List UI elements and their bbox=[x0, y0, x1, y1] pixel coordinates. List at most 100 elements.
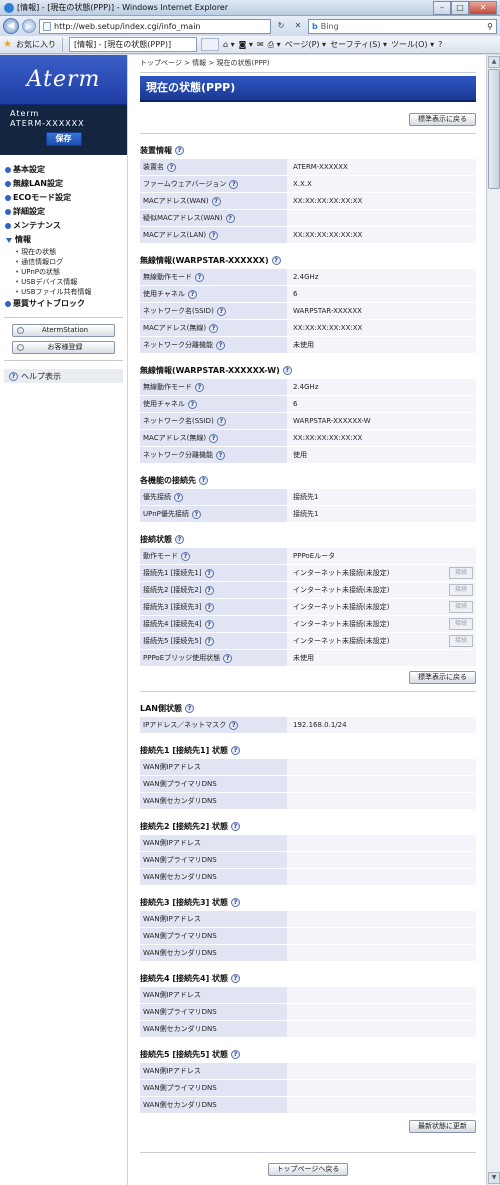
sidebar-item-maintenance[interactable]: メンテナンス bbox=[5, 219, 123, 233]
vertical-scrollbar[interactable]: ▲ ▼ bbox=[486, 55, 500, 1185]
page-menu[interactable]: ページ(P) ▾ bbox=[285, 39, 326, 50]
refresh-status-button[interactable]: 最新状態に更新 bbox=[409, 1120, 476, 1133]
feeds-icon[interactable]: ◙ ▾ bbox=[239, 40, 253, 49]
help-icon[interactable]: ? bbox=[216, 450, 225, 460]
help-icon[interactable]: ? bbox=[209, 323, 219, 333]
help-icon[interactable]: ? bbox=[195, 382, 204, 392]
sidebar-item-basic[interactable]: 基本設定 bbox=[5, 163, 123, 177]
print-icon[interactable]: ⎙ ▾ bbox=[268, 40, 281, 50]
help-icon[interactable]: ? bbox=[209, 433, 219, 443]
customer-registration-button[interactable]: お客様登録 bbox=[12, 341, 115, 354]
standard-view-button[interactable]: 標準表示に戻る bbox=[409, 113, 476, 126]
help-menu[interactable]: ? bbox=[438, 40, 442, 49]
connect-button[interactable]: 接続 bbox=[449, 635, 473, 647]
sidebar-item-info[interactable]: 情報 bbox=[5, 233, 123, 247]
scroll-down-icon[interactable]: ▼ bbox=[488, 1172, 500, 1184]
help-icon[interactable]: ? bbox=[229, 720, 239, 730]
help-icon[interactable]: ? bbox=[191, 509, 201, 519]
scroll-up-icon[interactable]: ▲ bbox=[488, 56, 500, 68]
sidebar-item-advanced[interactable]: 詳細設定 bbox=[5, 205, 123, 219]
row-key: WAN側IPアドレス bbox=[140, 759, 287, 775]
back-button[interactable]: ◀ bbox=[3, 18, 19, 34]
help-icon[interactable]: ? bbox=[216, 306, 226, 316]
help-icon[interactable]: ? bbox=[204, 568, 214, 578]
help-icon[interactable]: ? bbox=[231, 898, 241, 907]
table-row: ネットワーク名(SSID)? WARPSTAR-XXXXXX bbox=[140, 303, 476, 319]
home-icon[interactable]: ⌂ ▾ bbox=[223, 40, 235, 49]
row-value bbox=[287, 911, 476, 927]
help-icon[interactable]: ? bbox=[231, 822, 241, 831]
favorites-star-icon[interactable]: ★ bbox=[3, 39, 12, 50]
close-button[interactable]: ✕ bbox=[469, 0, 497, 15]
help-icon[interactable]: ? bbox=[204, 636, 214, 646]
help-icon[interactable]: ? bbox=[216, 416, 226, 426]
sidebar-divider bbox=[4, 360, 123, 361]
connect-button[interactable]: 接続 bbox=[449, 601, 473, 613]
sidebar-item-eco[interactable]: ECOモード設定 bbox=[5, 191, 123, 205]
help-icon[interactable]: ? bbox=[199, 476, 208, 485]
help-icon[interactable]: ? bbox=[209, 230, 219, 240]
help-icon[interactable]: ? bbox=[231, 1050, 241, 1059]
device-info-section: 装置情報? 装置名? ATERM-XXXXXX ファームウェアバージョン? X.X.… bbox=[140, 144, 476, 244]
save-button[interactable]: 保存 bbox=[45, 132, 82, 146]
help-toggle[interactable]: ? ヘルプ表示 bbox=[4, 369, 123, 383]
sidebar-item-comm-log[interactable]: 通信情報ログ bbox=[15, 257, 123, 267]
maximize-button[interactable]: □ bbox=[451, 0, 469, 15]
browser-tab[interactable]: [情報] - [現在の状態(PPP)] bbox=[68, 37, 197, 52]
help-icon[interactable]: ? bbox=[174, 492, 183, 502]
help-icon[interactable]: ? bbox=[195, 272, 204, 282]
sidebar-item-upnp[interactable]: UPnPの状態 bbox=[15, 267, 123, 277]
help-icon[interactable]: ? bbox=[229, 179, 239, 189]
help-icon[interactable]: ? bbox=[175, 146, 184, 155]
help-icon[interactable]: ? bbox=[231, 746, 241, 755]
connect-button[interactable]: 接続 bbox=[449, 618, 473, 630]
aterm-station-button[interactable]: AtermStation bbox=[12, 324, 115, 337]
help-icon[interactable]: ? bbox=[282, 366, 292, 375]
sidebar-item-current-status[interactable]: 現在の状態 bbox=[15, 247, 123, 257]
section-title: 接続先5 [接続先5] 状態 bbox=[140, 1050, 229, 1059]
help-icon[interactable]: ? bbox=[204, 585, 214, 595]
standard-view-button[interactable]: 標準表示に戻る bbox=[409, 671, 476, 684]
scroll-thumb[interactable] bbox=[488, 69, 500, 189]
connect-button[interactable]: 接続 bbox=[449, 567, 473, 579]
help-icon[interactable]: ? bbox=[175, 535, 184, 544]
section-title: 無線情報(WARPSTAR-XXXXXX) bbox=[140, 256, 269, 265]
connect-button[interactable]: 接続 bbox=[449, 584, 473, 596]
help-icon[interactable]: ? bbox=[204, 619, 214, 629]
page-icon bbox=[43, 21, 51, 31]
safety-menu[interactable]: セーフティ(S) ▾ bbox=[330, 39, 387, 50]
stop-button[interactable]: ✕ bbox=[291, 19, 305, 33]
sidebar-item-wlan[interactable]: 無線LAN設定 bbox=[5, 177, 123, 191]
forward-button[interactable]: ▶ bbox=[22, 19, 36, 33]
search-icon[interactable]: ⚲ bbox=[487, 22, 493, 31]
help-icon[interactable]: ? bbox=[181, 551, 190, 561]
help-icon[interactable]: ? bbox=[223, 653, 233, 663]
row-key: WAN側IPアドレス bbox=[140, 835, 287, 851]
help-icon[interactable]: ? bbox=[211, 196, 221, 206]
key-label: 接続先1 [接続先1] bbox=[143, 569, 202, 577]
top-page-button[interactable]: トップページへ戻る bbox=[267, 1163, 349, 1176]
sidebar-item-usb-share[interactable]: USBファイル共有情報 bbox=[15, 287, 123, 297]
help-icon[interactable]: ? bbox=[204, 602, 214, 612]
refresh-button[interactable]: ↻ bbox=[274, 19, 288, 33]
table-row: 使用チャネル? 6 bbox=[140, 396, 476, 412]
favorites-label[interactable]: お気に入り bbox=[16, 39, 56, 50]
help-icon[interactable]: ? bbox=[271, 256, 281, 265]
mail-icon[interactable]: ✉ bbox=[257, 40, 264, 49]
help-icon[interactable]: ? bbox=[225, 213, 235, 223]
help-icon[interactable]: ? bbox=[187, 289, 197, 299]
url-field[interactable]: http://web.setup/index.cgi/info_main bbox=[39, 18, 271, 34]
help-icon[interactable]: ? bbox=[184, 704, 194, 713]
help-icon[interactable]: ? bbox=[167, 162, 176, 172]
help-icon[interactable]: ? bbox=[216, 340, 225, 350]
url-text[interactable]: http://web.setup/index.cgi/info_main bbox=[54, 22, 267, 31]
minimize-button[interactable]: – bbox=[433, 0, 451, 15]
search-input[interactable]: b Bing ⚲ bbox=[308, 18, 497, 34]
help-icon[interactable]: ? bbox=[187, 399, 197, 409]
sidebar-item-usb-device[interactable]: USBデバイス情報 bbox=[15, 277, 123, 287]
help-icon[interactable]: ? bbox=[231, 974, 241, 983]
tools-menu[interactable]: ツール(O) ▾ bbox=[391, 39, 434, 50]
section-title: 接続先4 [接続先4] 状態 bbox=[140, 974, 229, 983]
new-tab-button[interactable] bbox=[200, 38, 219, 51]
sidebar-item-malicious-block[interactable]: 悪質サイトブロック bbox=[5, 297, 123, 311]
